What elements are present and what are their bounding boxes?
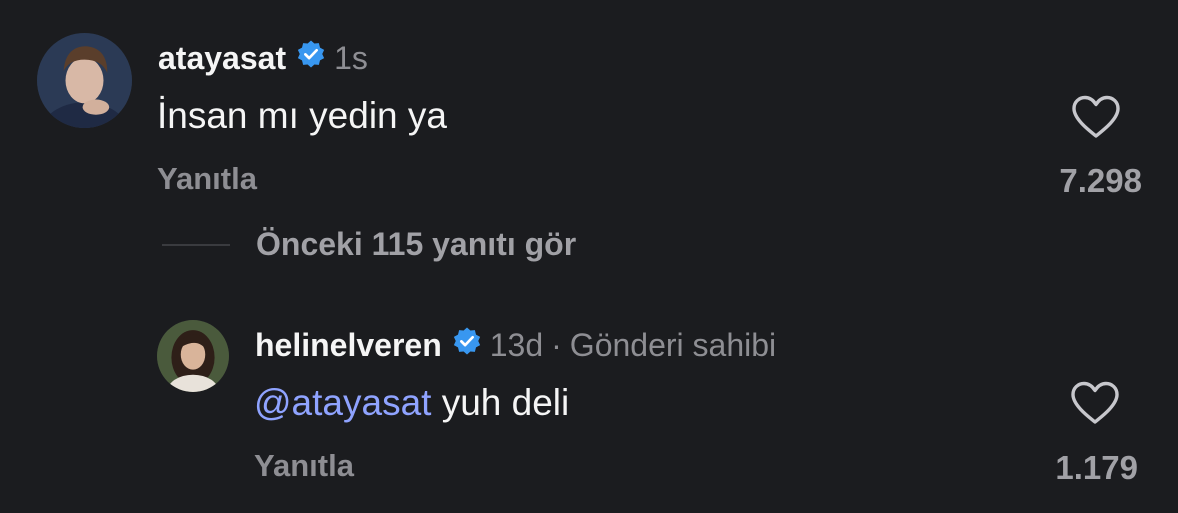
divider-line [162,243,230,246]
reply-text: @atayasat yuh deli [254,382,569,424]
view-previous-replies-button[interactable]: Önceki 115 yanıtı gör [162,226,576,263]
timestamp: 1s [334,39,368,76]
reply-button[interactable]: Yanıtla [157,161,257,197]
like-count: 1.179 [1055,449,1138,486]
username[interactable]: atayasat [158,40,286,77]
heart-icon [1071,381,1119,424]
post-owner-label: Gönderi sahibi [569,326,777,363]
separator-dot: · [551,326,562,363]
reply-meta: helinelveren 13d · Gönderi sahibi [255,325,776,365]
verified-badge-icon [296,39,326,77]
username[interactable]: helinelveren [255,327,442,364]
like-count: 7.298 [1059,162,1142,199]
reply-text-body: yuh deli [431,382,570,423]
comment-text: İnsan mı yedin ya [157,95,447,136]
timestamp: 13d [489,326,544,363]
verified-badge-icon [452,326,482,364]
comment-meta: atayasat 1s [158,38,368,78]
avatar-image-icon [157,320,229,392]
like-button[interactable] [1069,380,1121,426]
like-button[interactable] [1070,94,1122,140]
view-replies-label: Önceki 115 yanıtı gör [256,226,577,262]
avatar-image-icon [37,33,132,128]
mention-link[interactable]: @atayasat [254,382,431,423]
avatar[interactable] [37,33,132,128]
reply-button[interactable]: Yanıtla [254,448,354,484]
heart-icon [1072,95,1120,138]
avatar[interactable] [157,320,229,392]
